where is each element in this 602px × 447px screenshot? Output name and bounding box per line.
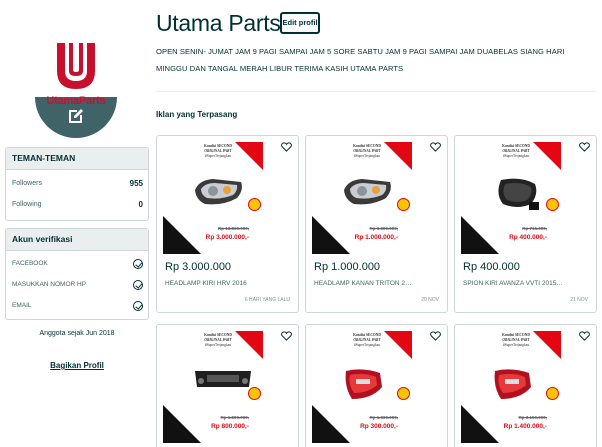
verification-header: Akun verifikasi <box>6 229 148 251</box>
heart-icon[interactable] <box>430 142 441 152</box>
thumb-old-price: Rp 1.000.000, <box>369 415 398 420</box>
listings-section-title: Iklan yang Terpasang <box>156 110 238 119</box>
member-since: Anggota sejak Jun 2018 <box>39 330 115 337</box>
thumb-tag: #SuperTerjangkau <box>502 343 530 347</box>
check-circle-icon <box>133 279 143 290</box>
thumb-old-price: Rp 10.800.000, <box>217 226 249 231</box>
friends-card: TEMAN-TEMAN Followers 955 Following 0 <box>5 147 149 221</box>
following-label: Following <box>12 201 42 208</box>
discount-badge-icon <box>546 387 559 400</box>
thumb-old-price: Rp 1.800.000, <box>220 415 249 420</box>
listing-title[interactable]: SPION KIRI AVANZA VVTI 2015, 87940BZ... <box>463 280 563 287</box>
thumb-caption: Kondisi SECOND ORIGINAL PART #SuperTerja… <box>193 144 243 159</box>
edit-profile-button[interactable]: Edit profil <box>280 12 320 34</box>
friends-header: TEMAN-TEMAN <box>6 148 148 170</box>
followers-label: Followers <box>12 180 42 187</box>
listing-image[interactable]: Kondisi SECOND ORIGINAL PART #SuperTerja… <box>312 331 412 443</box>
heart-icon[interactable] <box>281 142 292 152</box>
listing-date: 20 NOV <box>421 297 439 303</box>
headlamp-icon <box>342 176 394 215</box>
thumb-tag: #SuperTerjangkau <box>204 343 232 347</box>
listing-card[interactable]: Kondisi SECOND ORIGINAL PART #SuperTerja… <box>305 324 448 447</box>
listing-image[interactable]: Kondisi SECOND ORIGINAL PART #SuperTerja… <box>461 142 561 254</box>
listing-image[interactable]: Kondisi SECOND ORIGINAL PART #SuperTerja… <box>312 142 412 254</box>
corner-triangle-black <box>461 405 499 443</box>
thumb-tag: #SuperTerjangkau <box>353 154 381 158</box>
listing-card[interactable]: Kondisi SECOND ORIGINAL PART #SuperTerja… <box>454 324 597 447</box>
thumb-caption: Kondisi SECOND ORIGINAL PART #SuperTerja… <box>491 144 541 159</box>
share-profile-link[interactable]: Bagikan Profil <box>5 361 149 370</box>
discount-badge-icon <box>248 387 261 400</box>
listing-price: Rp 1.000.000 <box>314 261 381 273</box>
heart-icon[interactable] <box>430 331 441 341</box>
headlamp-icon <box>193 176 245 215</box>
discount-badge-icon <box>397 198 410 211</box>
corner-triangle-black <box>312 216 350 254</box>
avatar[interactable]: UtamaParts <box>35 37 117 142</box>
corner-triangle-black <box>312 405 350 443</box>
listing-date: 21 NOV <box>570 297 588 303</box>
taillamp-icon <box>342 365 386 410</box>
following-count: 0 <box>138 200 143 209</box>
thumb-new-price: Rp 300.000,- <box>360 423 398 430</box>
verification-label: EMAIL <box>12 302 32 309</box>
thumb-caption: Kondisi SECOND ORIGINAL PART #SuperTerja… <box>193 333 243 348</box>
thumb-new-price: Rp 3.000.000,- <box>205 234 249 241</box>
verification-email: EMAIL <box>6 295 148 316</box>
heart-icon[interactable] <box>281 331 292 341</box>
taillamp-icon <box>491 365 535 410</box>
page-title: Utama Parts <box>156 10 281 36</box>
verification-phone[interactable]: MASUKKAN NOMOR HP <box>6 274 148 295</box>
verification-label: FACEBOOK <box>12 260 48 267</box>
listing-card[interactable]: Kondisi SECOND ORIGINAL PART #SuperTerja… <box>305 135 448 313</box>
brand-logo-icon <box>57 43 95 89</box>
discount-badge-icon <box>546 198 559 211</box>
thumb-old-price: Rp 3.800.000, <box>369 226 398 231</box>
bumper-icon <box>193 365 253 400</box>
corner-triangle-black <box>163 216 201 254</box>
check-circle-icon <box>133 258 143 269</box>
listing-card[interactable]: Kondisi SECOND ORIGINAL PART #SuperTerja… <box>454 135 597 313</box>
verification-facebook: FACEBOOK <box>6 253 148 274</box>
thumb-caption: Kondisi SECOND ORIGINAL PART #SuperTerja… <box>342 144 392 159</box>
listing-image[interactable]: Kondisi SECOND ORIGINAL PART #SuperTerja… <box>163 142 263 254</box>
profile-page: UtamaParts TEMAN-TEMAN Followers 955 Fol… <box>0 0 602 447</box>
check-circle-icon <box>133 300 143 311</box>
listing-price: Rp 3.000.000 <box>165 261 232 273</box>
thumb-new-price: Rp 1.400.000,- <box>503 423 547 430</box>
thumb-caption: Kondisi SECOND ORIGINAL PART #SuperTerja… <box>491 333 541 348</box>
side-mirror-icon <box>491 176 543 221</box>
heart-icon[interactable] <box>579 142 590 152</box>
verification-card: Akun verifikasi FACEBOOK MASUKKAN NOMOR … <box>5 228 149 320</box>
thumb-tag: #SuperTerjangkau <box>502 154 530 158</box>
listing-image[interactable]: Kondisi SECOND ORIGINAL PART #SuperTerja… <box>461 331 561 443</box>
verification-label: MASUKKAN NOMOR HP <box>12 281 87 288</box>
thumb-new-price: Rp 400.000,- <box>509 234 547 241</box>
thumb-tag: #SuperTerjangkau <box>353 343 381 347</box>
thumb-caption: Kondisi SECOND ORIGINAL PART #SuperTerja… <box>342 333 392 348</box>
thumb-new-price: Rp 1.000.000,- <box>354 234 398 241</box>
listing-card[interactable]: Kondisi SECOND ORIGINAL PART #SuperTerja… <box>156 135 299 313</box>
discount-badge-icon <box>248 198 261 211</box>
corner-triangle-black <box>163 405 201 443</box>
heart-icon[interactable] <box>579 331 590 341</box>
divider <box>156 91 596 92</box>
listing-price: Rp 400.000 <box>463 261 520 273</box>
following-row[interactable]: Following 0 <box>6 194 148 215</box>
corner-triangle-black <box>461 216 499 254</box>
discount-badge-icon <box>397 387 410 400</box>
edit-avatar-icon[interactable] <box>66 106 86 126</box>
thumb-old-price: Rp 3.150.000, <box>518 415 547 420</box>
thumb-tag: #SuperTerjangkau <box>204 154 232 158</box>
thumb-new-price: Rp 800.000,- <box>211 423 249 430</box>
followers-count: 955 <box>129 179 143 188</box>
listing-card[interactable]: Kondisi SECOND ORIGINAL PART #SuperTerja… <box>156 324 299 447</box>
listing-title[interactable]: HEADLAMP KANAN TRITON 2016, 8301C... <box>314 280 414 287</box>
profile-description: OPEN SENIN- JUMAT JAM 9 PAGI SAMPAI JAM … <box>156 47 565 73</box>
listing-title[interactable]: HEADLAMP KIRI HRV 2016 <box>165 280 265 287</box>
thumb-old-price: Rp 715.000, <box>522 226 547 231</box>
listing-image[interactable]: Kondisi SECOND ORIGINAL PART #SuperTerja… <box>163 331 263 443</box>
followers-row[interactable]: Followers 955 <box>6 173 148 194</box>
listing-date: 6 HARI YANG LALU <box>244 297 290 303</box>
